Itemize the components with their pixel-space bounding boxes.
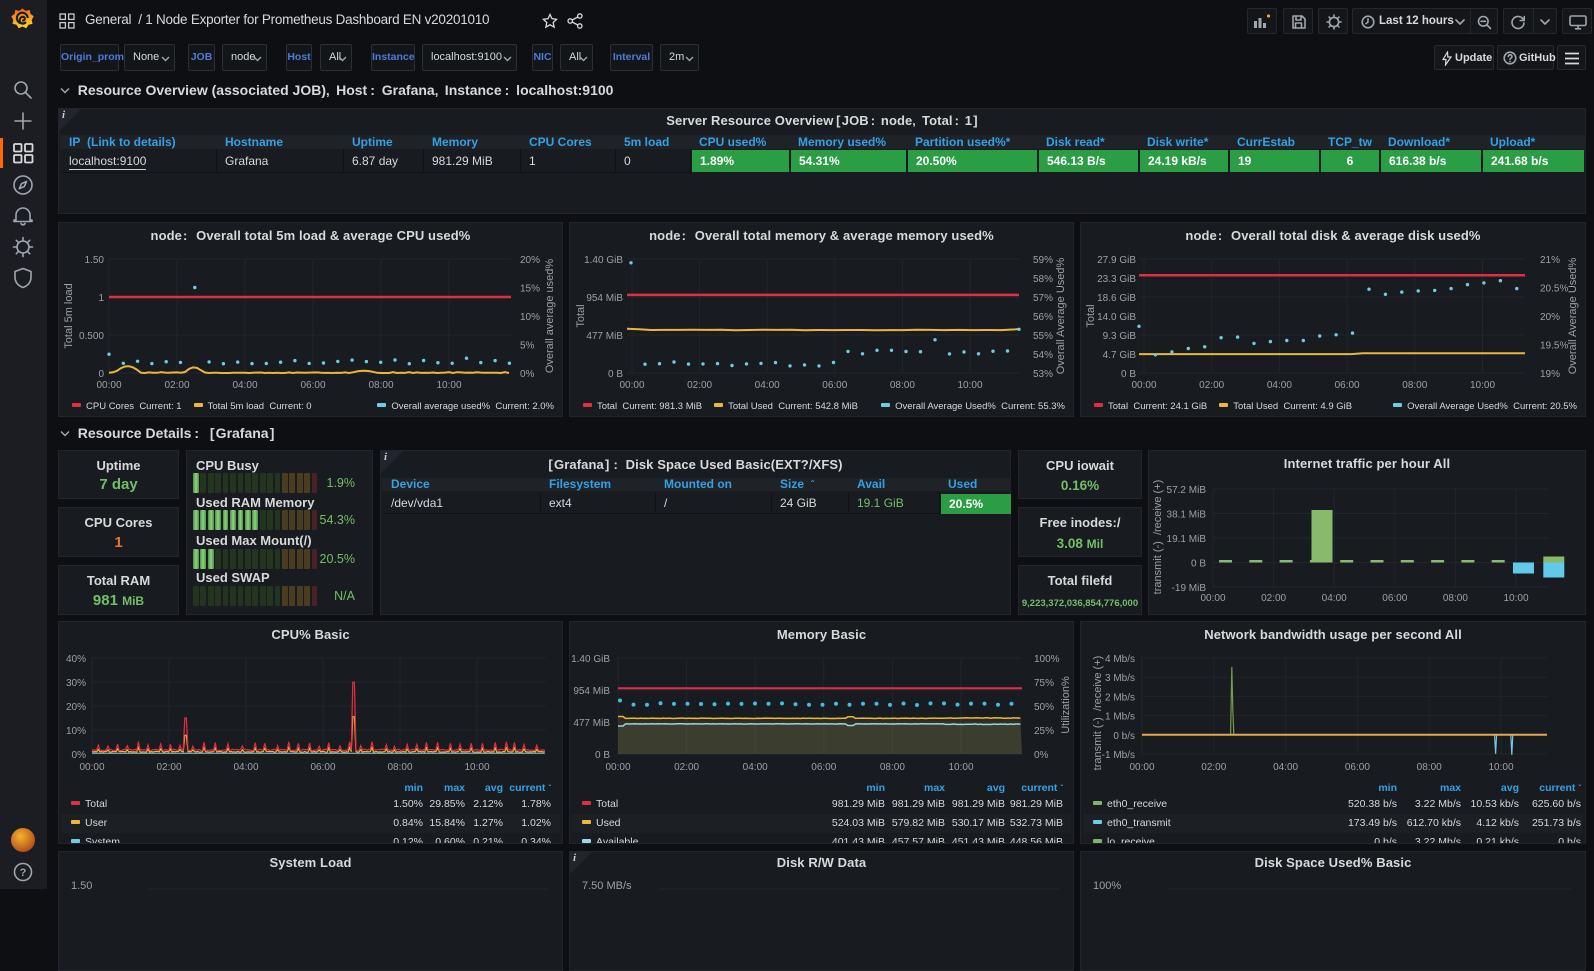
svg-text:2 Mb/s: 2 Mb/s — [1105, 692, 1135, 703]
svg-text:1.50: 1.50 — [85, 255, 105, 266]
svg-text:0 B: 0 B — [1191, 559, 1206, 570]
svg-text:15%: 15% — [520, 284, 540, 295]
svg-text:38.1 MiB: 38.1 MiB — [1167, 510, 1207, 521]
svg-text:02:00: 02:00 — [1199, 380, 1224, 391]
svg-text:0: 0 — [98, 369, 104, 380]
svg-text:56%: 56% — [1033, 312, 1053, 323]
svg-text:06:00: 06:00 — [1335, 380, 1360, 391]
svg-text:4 Mb/s: 4 Mb/s — [1105, 654, 1135, 665]
svg-text:04:00: 04:00 — [233, 762, 258, 773]
svg-text:954 MiB: 954 MiB — [573, 686, 610, 697]
svg-text:10:00: 10:00 — [1488, 762, 1513, 773]
svg-text:00:00: 00:00 — [619, 380, 644, 391]
svg-text:23.3 GiB: 23.3 GiB — [1097, 274, 1136, 285]
svg-text:02:00: 02:00 — [674, 762, 699, 773]
svg-text:20.5%: 20.5% — [1540, 284, 1568, 295]
svg-text:20%: 20% — [520, 255, 540, 266]
svg-text:477 MiB: 477 MiB — [573, 718, 610, 729]
svg-text:06:00: 06:00 — [1345, 762, 1370, 773]
svg-text:53%: 53% — [1033, 369, 1053, 380]
svg-text:0 B: 0 B — [608, 369, 623, 380]
svg-text:10:00: 10:00 — [957, 380, 982, 391]
svg-text:06:00: 06:00 — [822, 380, 847, 391]
svg-text:10:00: 10:00 — [948, 762, 973, 773]
svg-text:0%: 0% — [520, 369, 535, 380]
svg-text:30%: 30% — [66, 678, 86, 689]
svg-text:10:00: 10:00 — [1470, 380, 1495, 391]
svg-text:04:00: 04:00 — [232, 380, 257, 391]
svg-text:00:00: 00:00 — [1129, 762, 1154, 773]
svg-text:1 Mb/s: 1 Mb/s — [1105, 712, 1135, 723]
svg-text:04:00: 04:00 — [1322, 593, 1347, 604]
svg-text:57.2 MiB: 57.2 MiB — [1167, 485, 1207, 496]
svg-text:0 B: 0 B — [595, 750, 610, 761]
svg-text:02:00: 02:00 — [164, 380, 189, 391]
svg-text:954 MiB: 954 MiB — [586, 293, 623, 304]
svg-text:20%: 20% — [1540, 312, 1560, 323]
svg-text:21%: 21% — [1540, 255, 1560, 266]
svg-text:04:00: 04:00 — [1273, 762, 1298, 773]
svg-text:08:00: 08:00 — [1402, 380, 1427, 391]
svg-text:25%: 25% — [1034, 726, 1054, 737]
svg-text:1: 1 — [98, 293, 104, 304]
svg-text:06:00: 06:00 — [811, 762, 836, 773]
svg-text:08:00: 08:00 — [880, 762, 905, 773]
svg-text:00:00: 00:00 — [1131, 380, 1156, 391]
svg-text:54%: 54% — [1033, 350, 1053, 361]
svg-text:50%: 50% — [1034, 702, 1054, 713]
svg-text:19.5%: 19.5% — [1540, 341, 1568, 352]
svg-text:08:00: 08:00 — [890, 380, 915, 391]
svg-text:10:00: 10:00 — [436, 380, 461, 391]
svg-text:9.3 GiB: 9.3 GiB — [1103, 331, 1137, 342]
svg-text:18.6 GiB: 18.6 GiB — [1097, 293, 1136, 304]
svg-text:59%: 59% — [1033, 255, 1053, 266]
svg-text:08:00: 08:00 — [1443, 593, 1468, 604]
svg-text:20%: 20% — [66, 702, 86, 713]
svg-text:00:00: 00:00 — [79, 762, 104, 773]
svg-text:08:00: 08:00 — [368, 380, 393, 391]
svg-text:04:00: 04:00 — [755, 380, 780, 391]
svg-text:0 B: 0 B — [1121, 369, 1136, 380]
svg-text:02:00: 02:00 — [156, 762, 181, 773]
svg-text:14.0 GiB: 14.0 GiB — [1097, 312, 1136, 323]
svg-text:27.9 GiB: 27.9 GiB — [1097, 255, 1136, 266]
svg-text:00:00: 00:00 — [96, 380, 121, 391]
svg-text:06:00: 06:00 — [300, 380, 325, 391]
svg-text:0.500: 0.500 — [79, 331, 104, 342]
svg-text:55%: 55% — [1033, 331, 1053, 342]
svg-text:57%: 57% — [1033, 293, 1053, 304]
svg-text:1.40 GiB: 1.40 GiB — [584, 255, 623, 266]
svg-text:58%: 58% — [1033, 274, 1053, 285]
svg-text:08:00: 08:00 — [1417, 762, 1442, 773]
svg-text:10%: 10% — [520, 312, 540, 323]
svg-text:00:00: 00:00 — [605, 762, 630, 773]
svg-text:477 MiB: 477 MiB — [586, 331, 623, 342]
svg-text:1.40 GiB: 1.40 GiB — [571, 654, 610, 665]
svg-text:10%: 10% — [66, 726, 86, 737]
svg-text:4.7 GiB: 4.7 GiB — [1103, 350, 1137, 361]
svg-text:19%: 19% — [1540, 369, 1560, 380]
svg-text:0 b/s: 0 b/s — [1113, 731, 1135, 742]
svg-text:04:00: 04:00 — [743, 762, 768, 773]
svg-text:02:00: 02:00 — [687, 380, 712, 391]
svg-text:0%: 0% — [1034, 750, 1049, 761]
svg-text:10:00: 10:00 — [1503, 593, 1528, 604]
svg-text:06:00: 06:00 — [1382, 593, 1407, 604]
svg-text:02:00: 02:00 — [1261, 593, 1286, 604]
svg-text:08:00: 08:00 — [387, 762, 412, 773]
svg-text:?: ? — [20, 867, 27, 879]
svg-text:06:00: 06:00 — [310, 762, 335, 773]
svg-text:10:00: 10:00 — [464, 762, 489, 773]
svg-text:00:00: 00:00 — [1200, 593, 1225, 604]
svg-text:100%: 100% — [1034, 654, 1060, 665]
svg-text:02:00: 02:00 — [1201, 762, 1226, 773]
svg-text:04:00: 04:00 — [1267, 380, 1292, 391]
svg-text:5%: 5% — [520, 341, 535, 352]
svg-text:75%: 75% — [1034, 678, 1054, 689]
svg-text:40%: 40% — [66, 654, 86, 665]
svg-text:19.1 MiB: 19.1 MiB — [1167, 534, 1207, 545]
svg-text:3 Mb/s: 3 Mb/s — [1105, 673, 1135, 684]
svg-text:0%: 0% — [72, 750, 87, 761]
svg-text:-1 Mb/s: -1 Mb/s — [1102, 750, 1135, 761]
